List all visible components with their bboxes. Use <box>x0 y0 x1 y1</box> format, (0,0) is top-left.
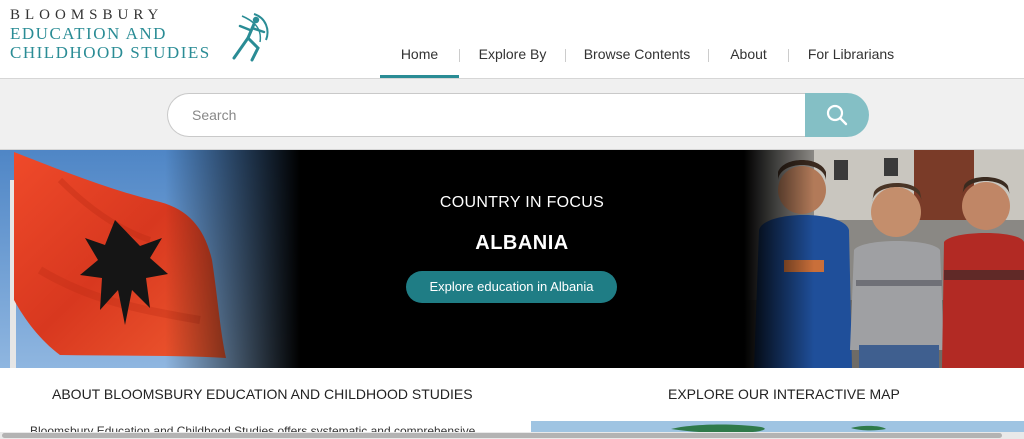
archer-logo-icon[interactable] <box>222 8 278 64</box>
nav-home[interactable]: Home <box>380 38 459 78</box>
main-nav: Home Explore By Browse Contents About Fo… <box>380 38 913 78</box>
nav-browse-contents[interactable]: Browse Contents <box>566 38 708 78</box>
search-box <box>167 93 869 137</box>
horizontal-scrollbar[interactable] <box>0 432 1024 439</box>
logo-line-education: EDUCATION AND <box>10 24 167 43</box>
scrollbar-thumb[interactable] <box>2 433 1002 438</box>
hero-title: ALBANIA <box>475 232 569 254</box>
hero-banner: COUNTRY IN FOCUS ALBANIA Explore educati… <box>0 150 1024 368</box>
logo-line-brand: BLOOMSBURY <box>10 7 164 23</box>
children-photo-image <box>744 150 1024 368</box>
hero-content: COUNTRY IN FOCUS ALBANIA Explore educati… <box>300 150 744 368</box>
site-header: BLOOMSBURY EDUCATION AND CHILDHOOD STUDI… <box>0 0 1024 78</box>
hero-kicker: COUNTRY IN FOCUS <box>439 194 605 211</box>
nav-explore-by[interactable]: Explore By <box>460 38 565 78</box>
about-section-title: ABOUT BLOOMSBURY EDUCATION AND CHILDHOOD… <box>52 386 473 402</box>
nav-for-librarians[interactable]: For Librarians <box>789 38 913 78</box>
search-input[interactable] <box>167 93 807 137</box>
albanian-flag-image <box>0 150 300 368</box>
nav-about[interactable]: About <box>709 38 788 78</box>
search-icon <box>826 104 848 126</box>
site-logo[interactable]: BLOOMSBURY EDUCATION AND CHILDHOOD STUDI… <box>10 7 211 62</box>
logo-line-childhood: CHILDHOOD STUDIES <box>10 43 211 62</box>
search-button[interactable] <box>805 93 869 137</box>
search-band <box>0 78 1024 150</box>
explore-albania-button[interactable]: Explore education in Albania <box>406 271 617 303</box>
map-section-title: EXPLORE OUR INTERACTIVE MAP <box>668 386 900 402</box>
